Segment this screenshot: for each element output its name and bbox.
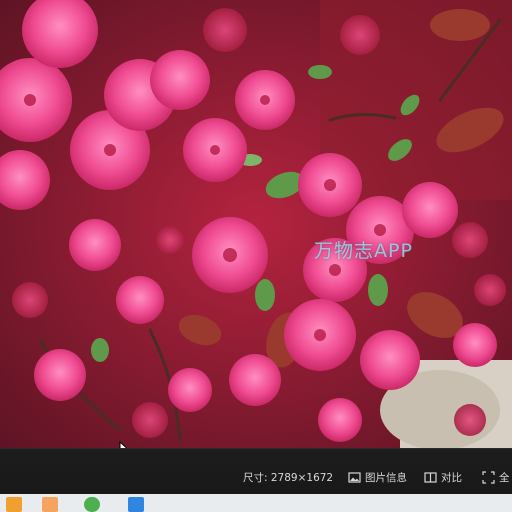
image-info-button[interactable]: 图片信息 xyxy=(348,468,407,486)
taskbar-app-icon[interactable] xyxy=(6,497,22,512)
compare-button[interactable]: 对比 xyxy=(424,468,462,486)
fullscreen-label: 全 xyxy=(499,471,510,484)
fullscreen-icon xyxy=(482,470,495,484)
image-viewer-window: 万物志APP 尺寸: 2789×1672 图片信息 对比 全 xyxy=(0,0,512,512)
image-info-label: 图片信息 xyxy=(365,471,407,484)
watermark-text: 万物志APP xyxy=(314,240,413,262)
compare-icon xyxy=(424,471,437,483)
compare-label: 对比 xyxy=(441,471,462,484)
fullscreen-button[interactable]: 全 xyxy=(482,468,510,486)
taskbar-app-icon[interactable] xyxy=(42,497,58,512)
image-info-icon xyxy=(348,471,361,483)
taskbar-app-icon[interactable] xyxy=(128,497,144,512)
flower-photo xyxy=(0,0,512,448)
photo-canvas[interactable]: 万物志APP xyxy=(0,0,512,448)
os-taskbar xyxy=(0,494,512,512)
taskbar-app-icon[interactable] xyxy=(84,497,100,512)
image-size-label: 尺寸: 2789×1672 xyxy=(243,472,334,484)
